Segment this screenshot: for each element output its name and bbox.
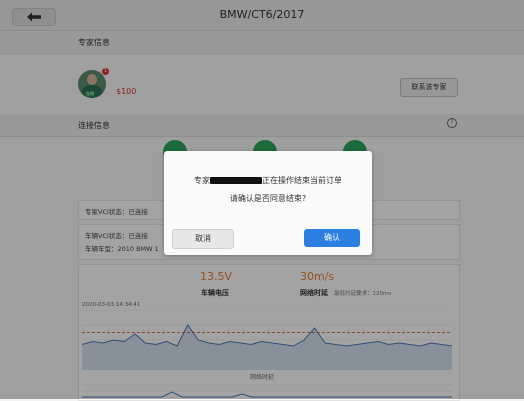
dialog-message-suffix: 正在操作结束当前订单: [262, 176, 342, 185]
confirm-button[interactable]: 确认: [304, 229, 360, 247]
dialog-message-prefix: 专家: [194, 176, 210, 185]
redacted-expert-name: [210, 177, 262, 184]
screen: BMW/CT6/2017 专家信息 在线 1 $100 联系该专家 连接信息 ?…: [0, 0, 524, 401]
dialog-question: 请确认是否同意结束?: [229, 194, 307, 203]
confirm-dialog: 专家 正在操作结束当前订单 请确认是否同意结束? 取消 确认: [164, 151, 372, 255]
cancel-button[interactable]: 取消: [172, 229, 234, 249]
dialog-message: 专家 正在操作结束当前订单: [164, 175, 372, 186]
